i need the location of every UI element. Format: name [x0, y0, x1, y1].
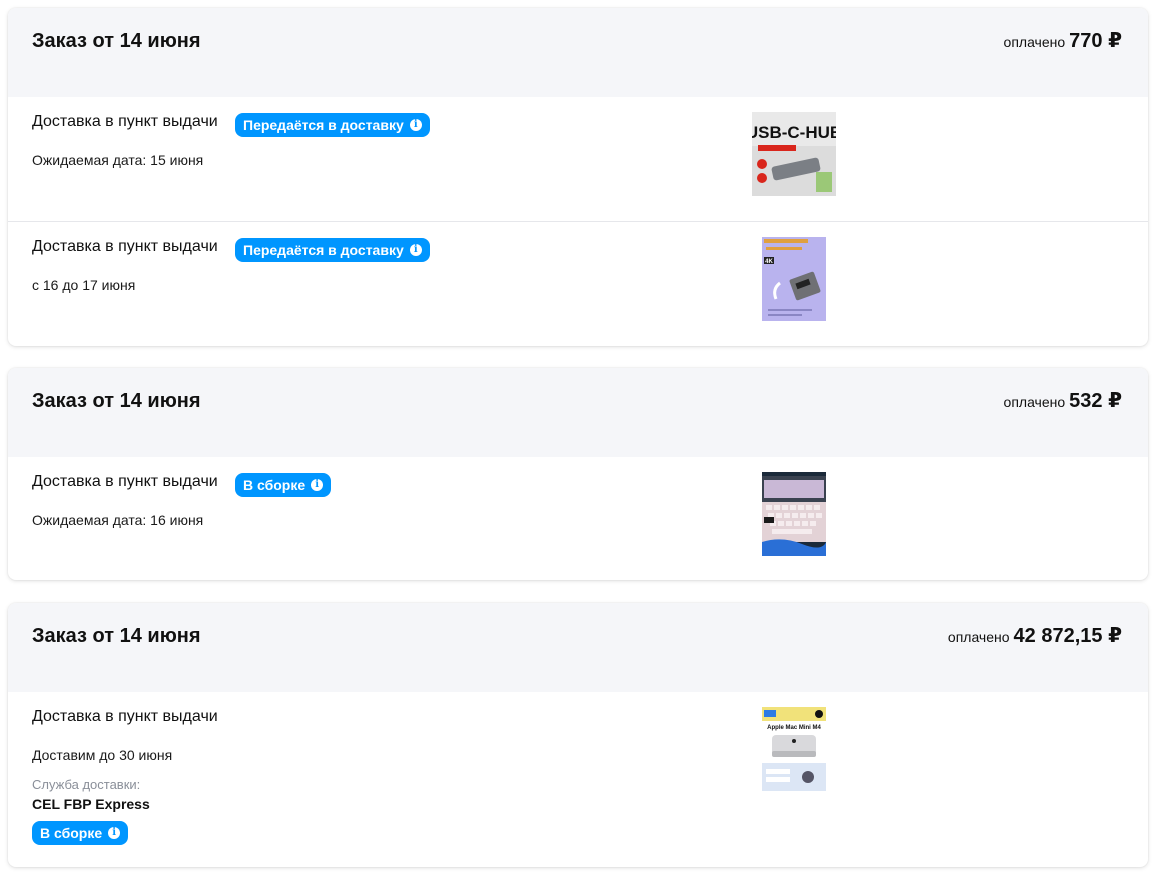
shipment[interactable]: Доставка в пункт выдачи Передаётся в дос… [8, 97, 1148, 221]
order-title[interactable]: Заказ от 14 июня [32, 625, 201, 648]
carrier-name: CEL FBP Express [32, 796, 150, 812]
paid-label: оплачено [1003, 394, 1066, 410]
status-badge[interactable]: Передаётся в доставку i [235, 238, 430, 262]
paid-label: оплачено [947, 629, 1010, 645]
product-image[interactable] [762, 472, 826, 556]
product-image[interactable]: USB-C-HUB [752, 112, 836, 196]
info-icon[interactable]: i [409, 244, 422, 256]
paid-amount: 532 ₽ [1069, 390, 1122, 412]
keyboard-image [762, 472, 826, 556]
order-header[interactable]: Заказ от 14 июня оплачено 532 ₽ [8, 368, 1148, 457]
shipment-date: Ожидаемая дата: 15 июня [32, 152, 204, 168]
shipment-method: Доставка в пункт выдачи [32, 473, 218, 490]
paid-amount: 42 872,15 ₽ [1013, 625, 1122, 647]
shipment[interactable]: Доставка в пункт выдачи В сборке i Ожида… [8, 457, 1148, 580]
order-title[interactable]: Заказ от 14 июня [32, 390, 201, 413]
status-badge-label: В сборке [243, 477, 306, 493]
paid-label: оплачено [1003, 34, 1066, 50]
order-header[interactable]: Заказ от 14 июня оплачено 42 872,15 ₽ [8, 603, 1148, 692]
product-image-text: USB-C-HUB [752, 123, 836, 142]
order-title[interactable]: Заказ от 14 июня [32, 30, 201, 53]
status-badge[interactable]: Передаётся в доставку i [235, 113, 430, 137]
info-icon[interactable]: i [108, 827, 121, 839]
product-image[interactable]: 4K [762, 237, 826, 321]
order-paid: оплачено 770 ₽ [1004, 28, 1122, 53]
shipment[interactable]: Доставка в пункт выдачи Передаётся в дос… [8, 221, 1148, 346]
usb-c-adapter-image: 4K [762, 237, 826, 321]
info-icon[interactable]: i [311, 479, 324, 491]
status-badge-label: В сборке [40, 825, 103, 841]
order-card: Заказ от 14 июня оплачено 770 ₽ Доставка… [8, 8, 1148, 346]
order-card: Заказ от 14 июня оплачено 42 872,15 ₽ До… [8, 603, 1148, 867]
order-paid: оплачено 42 872,15 ₽ [948, 623, 1122, 648]
order-paid: оплачено 532 ₽ [1004, 388, 1122, 413]
shipment-date: Доставим до 30 июня [32, 747, 173, 763]
shipment-method: Доставка в пункт выдачи [32, 113, 218, 130]
shipment-method: Доставка в пункт выдачи [32, 238, 218, 255]
info-icon[interactable]: i [409, 119, 422, 131]
order-card: Заказ от 14 июня оплачено 532 ₽ Доставка… [8, 368, 1148, 580]
product-image-text: Apple Mac Mini M4 [767, 725, 821, 731]
paid-amount: 770 ₽ [1069, 30, 1122, 52]
status-badge-label: Передаётся в доставку [243, 117, 404, 133]
shipment-method: Доставка в пункт выдачи [32, 708, 218, 725]
status-badge[interactable]: В сборке i [32, 821, 129, 845]
shipment-date: Ожидаемая дата: 16 июня [32, 512, 204, 528]
product-image[interactable]: Apple Mac Mini M4 [762, 707, 826, 791]
order-header[interactable]: Заказ от 14 июня оплачено 770 ₽ [8, 8, 1148, 97]
carrier-label: Служба доставки: [32, 777, 141, 792]
usb-c-hub-image: USB-C-HUB [752, 112, 836, 196]
mac-mini-image: Apple Mac Mini M4 [762, 707, 826, 791]
shipment[interactable]: Доставка в пункт выдачи Доставим до 30 и… [8, 692, 1148, 867]
shipment-date: с 16 до 17 июня [32, 277, 136, 293]
product-image-text: 4K [765, 259, 773, 265]
status-badge-label: Передаётся в доставку [243, 242, 404, 258]
status-badge[interactable]: В сборке i [235, 473, 332, 497]
